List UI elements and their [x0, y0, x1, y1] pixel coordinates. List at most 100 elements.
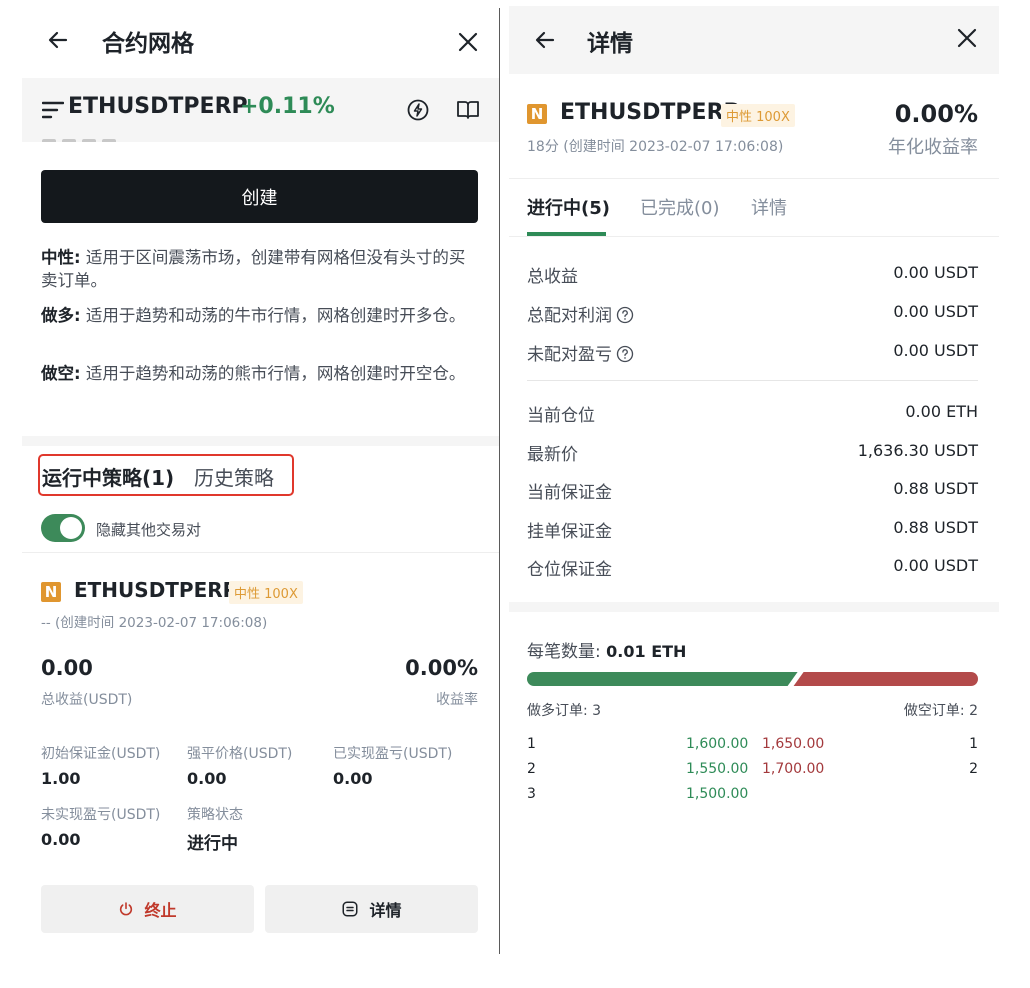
long-order-price: 1,600.00: [686, 736, 749, 752]
position-margin-label: 仓位保证金: [527, 560, 612, 580]
short-ratio-segment: [793, 672, 978, 686]
pair-menu-icon[interactable]: [42, 100, 64, 120]
short-order-price: 1,650.00: [762, 736, 825, 752]
liquidation-price-value: 0.00: [187, 769, 227, 788]
long-order-price: 1,500.00: [686, 786, 749, 802]
strategy-detail-panel: 详情 N ETHUSDTPERP 中性 100X 0.00% 18分 (创建时间…: [509, 0, 999, 988]
total-profit-label: 总收益(USDT): [41, 692, 133, 708]
panel-divider: [499, 8, 500, 954]
long-ratio-segment: [527, 672, 798, 686]
document-icon: [342, 901, 358, 917]
long-order-price: 1,550.00: [686, 761, 749, 777]
section-divider: [509, 602, 999, 612]
left-nav-bar: 合约网格: [22, 10, 500, 78]
help-icon[interactable]: [616, 306, 634, 324]
unrealized-pnl-label: 未实现盈亏(USDT): [41, 807, 161, 823]
book-icon[interactable]: [456, 98, 480, 122]
position-margin-value: 0.00 USDT: [893, 556, 978, 575]
lightning-icon[interactable]: [406, 98, 430, 122]
initial-margin-value: 1.00: [41, 769, 81, 788]
stop-button[interactable]: 终止: [41, 885, 254, 933]
divider: [509, 178, 999, 179]
divider: [22, 552, 500, 553]
back-arrow-icon[interactable]: [46, 28, 70, 52]
pair-change: +0.11%: [240, 94, 335, 119]
tab-running-strategies[interactable]: 运行中策略(1): [42, 462, 174, 491]
total-profit-value: 0.00 USDT: [893, 263, 978, 282]
pair-symbol[interactable]: ETHUSDTPERP: [68, 94, 248, 119]
detail-symbol: ETHUSDTPERP: [560, 100, 740, 125]
total-profit-value: 0.00: [41, 656, 93, 680]
page-title: 合约网格: [102, 31, 194, 57]
strategy-created-time: -- (创建时间 2023-02-07 17:06:08): [41, 615, 268, 631]
hide-other-pairs-label: 隐藏其他交易对: [96, 521, 202, 539]
unpaired-pnl-label: 未配对盈亏: [527, 340, 634, 365]
order-margin-label: 挂单保证金: [527, 522, 612, 542]
create-button[interactable]: 创建: [41, 170, 478, 223]
detail-label: 详情: [369, 901, 402, 920]
per-order-qty: 每笔数量: 0.01 ETH: [527, 637, 686, 662]
help-icon[interactable]: [616, 345, 634, 363]
clipped-text-fragment: [42, 132, 142, 142]
last-price-value: 1,636.30 USDT: [857, 441, 978, 460]
order-margin-value: 0.88 USDT: [893, 518, 978, 537]
long-order-index: 3: [527, 786, 536, 802]
detail-mode-tag: 中性 100X: [721, 104, 795, 127]
right-nav-bar: 详情: [509, 6, 999, 74]
short-description: 做空: 适用于趋势和动荡的熊市行情，网格创建时开空仓。: [41, 362, 481, 385]
short-order-index: 2: [969, 761, 978, 777]
n-badge-icon: N: [527, 104, 547, 124]
short-order-price: 1,700.00: [762, 761, 825, 777]
short-order-index: 1: [969, 736, 978, 752]
detail-page-title: 详情: [587, 31, 633, 57]
short-term: 做空:: [41, 364, 81, 383]
realized-pnl-value: 0.00: [333, 769, 373, 788]
long-description: 做多: 适用于趋势和动荡的牛市行情，网格创建时开多仓。: [41, 304, 481, 327]
unrealized-pnl-value: 0.00: [41, 830, 81, 849]
neutral-term: 中性:: [41, 248, 81, 267]
hide-other-pairs-toggle[interactable]: [41, 514, 85, 542]
short-orders-count: 做空订单: 2: [903, 703, 978, 719]
long-text: 适用于趋势和动荡的牛市行情，网格创建时开多仓。: [85, 306, 466, 325]
yield-value: 0.00%: [405, 656, 478, 680]
neutral-text: 适用于区间震荡市场，创建带有网格但没有头寸的买卖订单。: [41, 248, 466, 290]
paired-profit-label: 总配对利润: [527, 301, 634, 326]
strategy-symbol: ETHUSDTPERP: [74, 578, 238, 602]
strategy-mode-tag: 中性 100X: [229, 581, 303, 604]
current-position-label: 当前仓位: [527, 406, 595, 426]
current-margin-label: 当前保证金: [527, 483, 612, 503]
tab-history-strategies[interactable]: 历史策略: [194, 462, 274, 491]
paired-profit-text: 总配对利润: [527, 306, 612, 326]
section-divider: [22, 436, 500, 446]
stop-label: 终止: [144, 901, 177, 920]
qty-label-text: 每笔数量:: [527, 642, 601, 662]
liquidation-price-label: 强平价格(USDT): [187, 746, 293, 762]
short-text: 适用于趋势和动荡的熊市行情，网格创建时开空仓。: [85, 364, 466, 383]
total-profit-text: 总收益: [527, 267, 578, 287]
unpaired-pnl-value: 0.00 USDT: [893, 341, 978, 360]
detail-created-time: 18分 (创建时间 2023-02-07 17:06:08): [527, 139, 784, 155]
close-icon[interactable]: [955, 26, 979, 50]
grid-strategy-panel: 合约网格 ETHUSDTPERP +0.11% 创建 中性: 适用于区间震荡市场…: [22, 0, 500, 988]
long-short-ratio-bar: [527, 672, 978, 686]
total-profit-label: 总收益: [527, 262, 578, 287]
tab-details[interactable]: 详情: [751, 194, 787, 220]
n-badge-icon: N: [41, 582, 61, 602]
strategy-status-label: 策略状态: [187, 807, 243, 823]
detail-button[interactable]: 详情: [265, 885, 478, 933]
long-term: 做多:: [41, 306, 81, 325]
initial-margin-label: 初始保证金(USDT): [41, 746, 161, 762]
toggle-knob: [60, 517, 82, 539]
current-position-value: 0.00 ETH: [905, 402, 978, 421]
long-order-index: 2: [527, 761, 536, 777]
divider: [527, 380, 978, 381]
tab-completed[interactable]: 已完成(0): [640, 194, 720, 220]
back-arrow-icon[interactable]: [533, 28, 557, 52]
strategy-status-value: 进行中: [187, 834, 238, 854]
unpaired-pnl-text: 未配对盈亏: [527, 345, 612, 365]
annual-yield-value: 0.00%: [894, 100, 978, 128]
close-icon[interactable]: [456, 30, 480, 54]
divider: [509, 236, 999, 237]
strategy-tabs-highlight: 运行中策略(1) 历史策略: [38, 454, 294, 496]
tab-in-progress[interactable]: 进行中(5): [527, 194, 610, 220]
